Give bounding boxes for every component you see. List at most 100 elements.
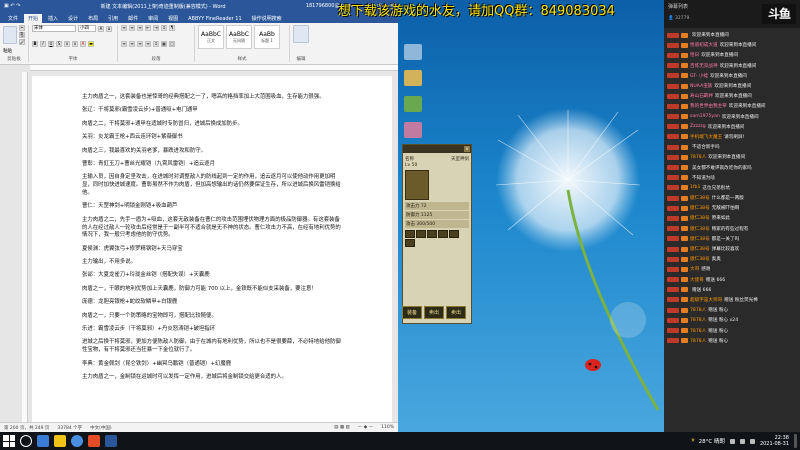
equipment-slot[interactable] — [449, 230, 459, 238]
chat-message[interactable]: 我的世界由我主宰 欢迎来到本直播间 — [667, 101, 797, 111]
chat-message[interactable]: 傲仁38号 什么都是一两版 — [667, 193, 797, 203]
chat-message[interactable]: 7878人 欢迎来到本直播间 — [667, 152, 797, 162]
chat-message[interactable]: 7878人 赠送 粉心 — [667, 305, 797, 315]
chat-username[interactable]: 悟日 — [690, 52, 699, 58]
ribbon-tab[interactable]: 设计 — [64, 14, 82, 23]
chat-message[interactable]: 7878人 赠送 粉心 — [667, 336, 797, 346]
cut-icon[interactable]: ✂ — [19, 25, 25, 31]
ribbon-tab[interactable]: 布局 — [84, 14, 102, 23]
chat-message[interactable]: GT- 小蛙 欢迎来到本直播间 — [667, 71, 797, 81]
line-spacing-icon[interactable]: ↕ — [153, 40, 159, 47]
ribbon-tab[interactable]: 操作说明搜索 — [248, 14, 286, 23]
find-button[interactable] — [293, 25, 309, 43]
chat-message[interactable]: Zzzzzg 欢迎来到本直播间 — [667, 122, 797, 132]
align-right-icon[interactable]: ≡ — [137, 40, 143, 47]
horizontal-ruler[interactable] — [30, 65, 398, 71]
ribbon-tab[interactable]: 视图 — [164, 14, 182, 23]
chat-message[interactable]: 不知道为啥 — [667, 173, 797, 183]
increase-indent-icon[interactable]: ⇥ — [153, 25, 159, 31]
chat-message[interactable]: 傲仁38号 都是一关了吗 — [667, 234, 797, 244]
view-mode-icons[interactable]: ▤ ▦ ▥ — [334, 425, 350, 430]
underline-icon[interactable]: U — [48, 41, 54, 47]
tray-ime-icon[interactable] — [749, 438, 755, 444]
game-close-icon[interactable]: × — [464, 146, 470, 152]
bold-icon[interactable]: B — [32, 41, 38, 47]
chat-username[interactable]: 傲仁38号 — [690, 246, 710, 252]
show-marks-icon[interactable]: ¶ — [169, 25, 175, 31]
chat-username[interactable]: GT- 小蛙 — [690, 73, 708, 79]
style-preset[interactable]: AaBbC 正文 — [198, 25, 224, 49]
equipment-slot[interactable] — [405, 239, 415, 247]
vertical-ruler[interactable] — [22, 72, 28, 422]
language-indicator[interactable]: 中文(中国) — [90, 425, 112, 431]
chat-username[interactable]: 傲仁38号 — [690, 205, 710, 211]
paste-button[interactable] — [3, 26, 17, 44]
chat-message[interactable]: 寿山石羁绊 欢迎来到本直播间 — [667, 91, 797, 101]
task-view-icon[interactable] — [37, 435, 49, 447]
ribbon-tab[interactable]: 开始 — [24, 14, 43, 23]
grow-font-icon[interactable]: A — [98, 25, 104, 32]
chat-message[interactable]: 1fb1 这位兄弟别坑 — [667, 183, 797, 193]
chat-username[interactable]: 7878人 — [690, 317, 706, 323]
chat-message[interactable]: NUAA虫族 欢迎来到本直播间 — [667, 81, 797, 91]
game-button[interactable]: 卖出 — [424, 306, 445, 319]
chat-username[interactable]: 我的世界由我主宰 — [690, 103, 727, 109]
ribbon-tab[interactable]: 审阅 — [144, 14, 162, 23]
ribbon-tab[interactable]: 插入 — [44, 14, 62, 23]
zoom-level[interactable]: 110% — [381, 425, 394, 430]
chat-username[interactable]: 寿山石羁绊 — [690, 93, 713, 99]
chat-message[interactable]: sam1975yan 欢迎来到本直播间 — [667, 112, 797, 122]
bullets-icon[interactable]: ≡ — [121, 25, 127, 31]
superscript-icon[interactable]: x — [72, 41, 78, 47]
chat-message[interactable]: 7878人 赠送 粉心 x24 — [667, 315, 797, 325]
chat-username[interactable]: sam1975yan — [690, 114, 720, 119]
word-count[interactable]: 33784 个字 — [57, 425, 82, 431]
chat-username[interactable]: 傲仁38号 — [690, 226, 710, 232]
chat-username[interactable]: 7878人 — [690, 338, 706, 344]
chat-message[interactable]: 超级宇宙大师哥 赠送 粉丝荧光棒 — [667, 295, 797, 305]
tray-network-icon[interactable] — [729, 438, 735, 444]
style-preset[interactable]: AaBb 标题 1 — [254, 25, 280, 49]
numbering-icon[interactable]: ≡ — [129, 25, 135, 31]
chat-message[interactable]: 悟道初成大道 欢迎来到本直播间 — [667, 40, 797, 50]
file-explorer-icon[interactable] — [54, 435, 66, 447]
chat-message[interactable]: 傲仁38号 无敌被吓怕啊 — [667, 203, 797, 213]
ribbon-tab[interactable]: ABBYY FineReader 11 — [184, 15, 246, 23]
chat-username[interactable]: 7878人 — [690, 154, 706, 160]
chat-username[interactable]: 悟道初成大道 — [690, 42, 718, 48]
shrink-font-icon[interactable]: a — [106, 25, 112, 32]
system-clock[interactable]: 22:38 2021-08-31 — [760, 435, 789, 447]
strikethrough-icon[interactable]: S — [56, 41, 62, 47]
desktop-shortcut-icon[interactable] — [404, 70, 422, 86]
ribbon-tab[interactable]: 引用 — [104, 14, 122, 23]
copy-icon[interactable]: ⎘ — [19, 32, 25, 38]
quick-access-toolbar[interactable]: ▣ ↶ ↷ — [4, 3, 20, 9]
chat-message[interactable]: 傲仁38号 畅家的有些过程有 — [667, 224, 797, 234]
chat-username[interactable]: 手机端飞大魔王 — [690, 134, 722, 140]
chat-message[interactable]: 悟日 欢迎来到本直播间 — [667, 50, 797, 60]
ribbon-tab[interactable]: 文件 — [4, 14, 22, 23]
chat-username[interactable]: 百炼无双战神 — [690, 63, 718, 69]
desktop-shortcut-icon[interactable] — [404, 44, 422, 60]
chat-message[interactable]: 大哥 感谢 — [667, 264, 797, 274]
chat-username[interactable]: NUAA虫族 — [690, 83, 712, 89]
game-button[interactable]: 卖出 — [446, 306, 467, 319]
chat-message[interactable]: 不适合新手吗 — [667, 142, 797, 152]
chat-username[interactable]: 大佬哥 — [690, 277, 704, 283]
format-painter-icon[interactable]: 🖌 — [19, 39, 25, 45]
document-page[interactable]: 主力肉盾之一，这套装备也是悻哥的经典搭配之一了，嗯高的格挡率加上大范围吸血，生存… — [32, 76, 392, 422]
chat-username[interactable]: 大哥 — [690, 266, 699, 272]
chat-username[interactable]: 傲仁38号 — [690, 195, 710, 201]
justify-icon[interactable]: ≡ — [145, 40, 151, 47]
shading-icon[interactable]: ▦ — [161, 40, 167, 47]
sort-icon[interactable]: ↕ — [161, 25, 167, 31]
browser-icon[interactable] — [71, 435, 83, 447]
font-name-select[interactable]: 宋体 — [32, 25, 76, 32]
desktop-shortcut-icon[interactable] — [404, 122, 422, 138]
decrease-indent-icon[interactable]: ⇤ — [145, 25, 151, 31]
windows-start-icon[interactable] — [3, 435, 15, 447]
chat-username[interactable]: Zzzzzg — [690, 124, 706, 129]
italic-icon[interactable]: I — [40, 41, 46, 47]
chat-username[interactable]: 超级宇宙大师哥 — [690, 297, 722, 303]
chat-username[interactable]: 傲仁38号 — [690, 236, 710, 242]
